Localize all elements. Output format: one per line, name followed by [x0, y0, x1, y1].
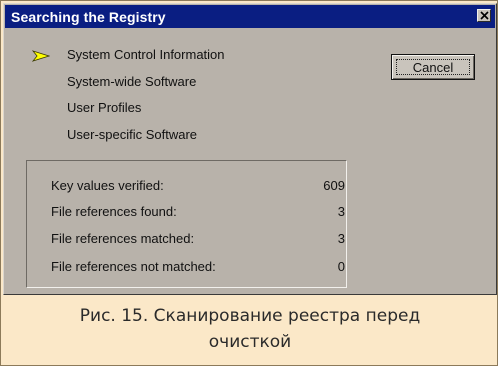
- stat-row-file-references-matched: File references matched: 3: [51, 231, 347, 249]
- stat-label: File references matched:: [51, 231, 195, 246]
- step-user-profiles: User Profiles: [67, 100, 142, 115]
- stat-value: 0: [337, 259, 345, 274]
- close-button[interactable]: [477, 9, 491, 22]
- step-system-wide-software: System-wide Software: [67, 74, 197, 89]
- stat-value: 3: [337, 204, 345, 219]
- window-title: Searching the Registry: [11, 9, 166, 25]
- stat-value: 3: [337, 231, 345, 246]
- stat-row-file-references-not-matched: File references not matched: 0: [51, 259, 347, 277]
- cancel-button[interactable]: Cancel: [391, 54, 475, 80]
- scan-statistics-panel: Key values verified: 609 File references…: [26, 160, 347, 288]
- step-system-control-information: System Control Information: [67, 47, 225, 62]
- figure-caption: Рис. 15. Сканирование реестра перед очис…: [1, 303, 498, 355]
- close-icon: [480, 11, 489, 20]
- article-figure-frame: Searching the Registry System Control In…: [0, 0, 498, 366]
- cancel-button-label: Cancel: [396, 59, 470, 75]
- current-step-arrow-icon: [32, 50, 50, 62]
- step-user-specific-software: User-specific Software: [67, 127, 198, 142]
- stat-label: Key values verified:: [51, 178, 164, 193]
- stat-label: File references not matched:: [51, 259, 216, 274]
- stat-row-file-references-found: File references found: 3: [51, 204, 347, 222]
- figure-caption-line-2: очисткой: [208, 332, 292, 352]
- title-bar[interactable]: Searching the Registry: [5, 5, 495, 28]
- stat-label: File references found:: [51, 204, 177, 219]
- stat-row-key-values-verified: Key values verified: 609: [51, 178, 347, 196]
- registry-search-dialog: Searching the Registry System Control In…: [3, 3, 497, 295]
- figure-caption-line-1: Рис. 15. Сканирование реестра перед: [79, 306, 421, 326]
- stat-value: 609: [323, 178, 345, 193]
